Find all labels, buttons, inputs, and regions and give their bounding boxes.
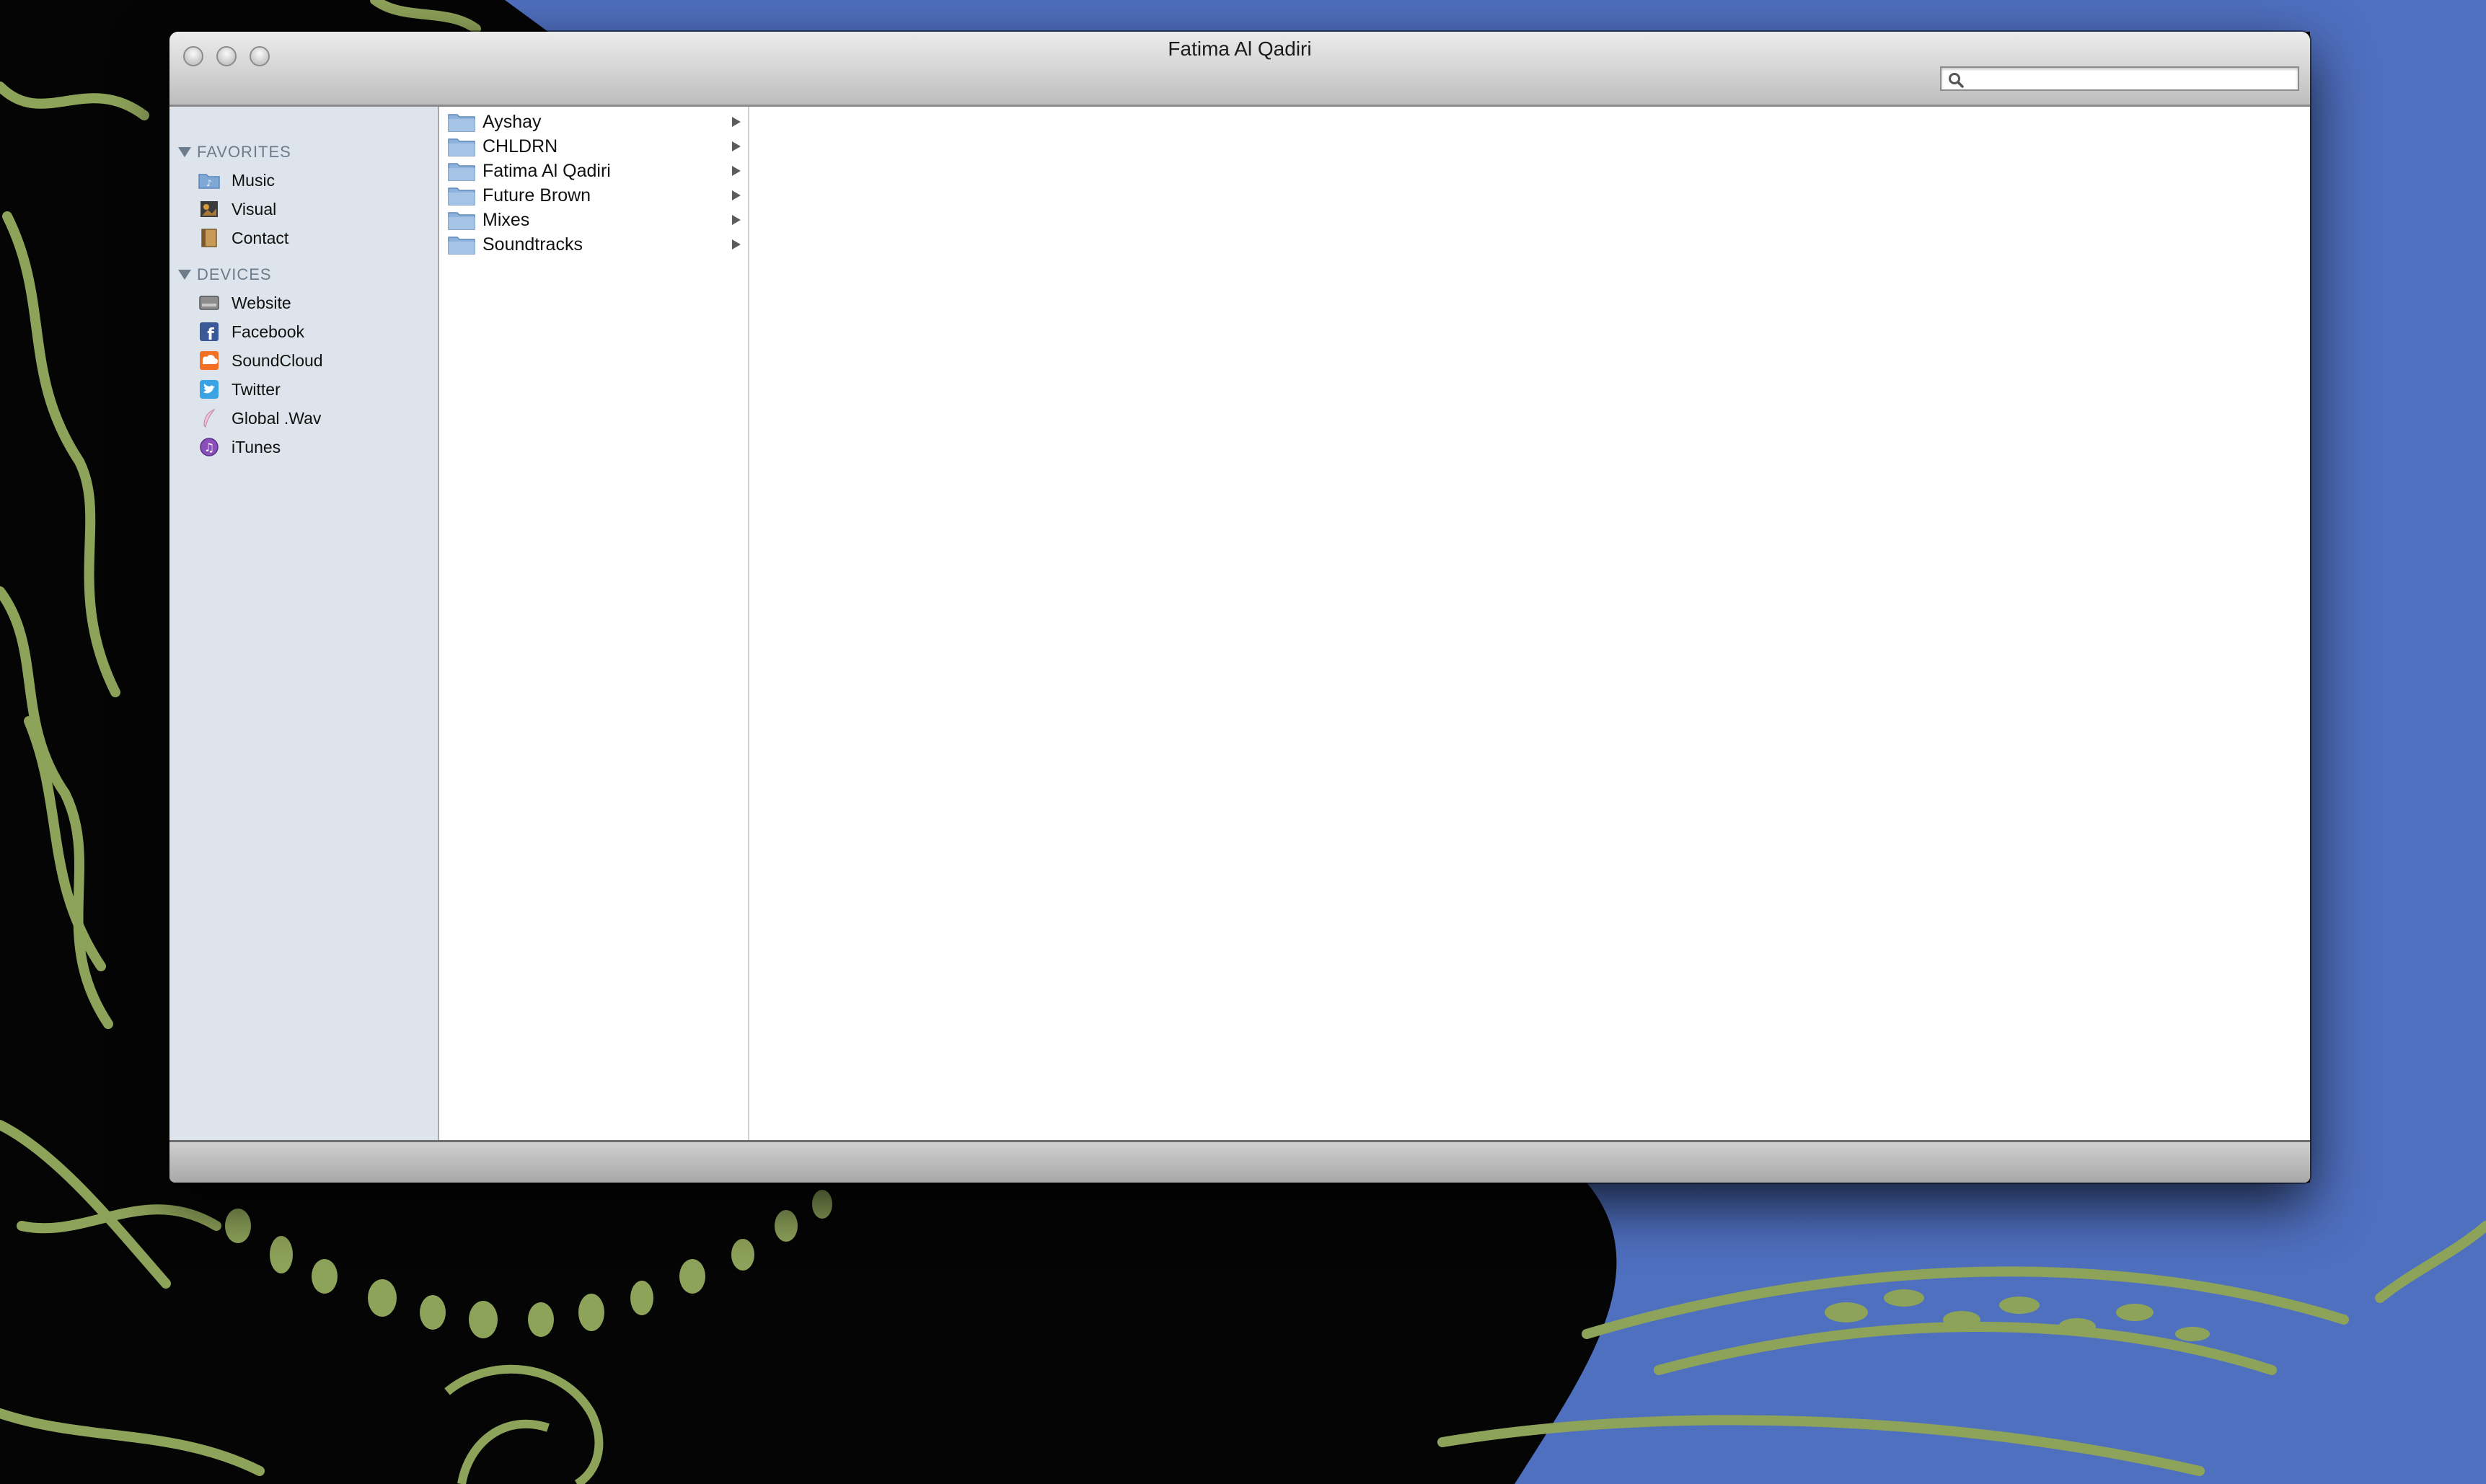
list-item-label: Ayshay — [482, 111, 542, 132]
browser-column-1: Ayshay CHLDRN Fatima Al Qadiri Future Br… — [439, 107, 749, 1174]
hard-drive-icon — [198, 292, 220, 314]
search-icon — [1949, 73, 1964, 88]
feather-icon — [198, 407, 220, 429]
sidebar-item-label: Contact — [232, 228, 289, 247]
sidebar-item-label: iTunes — [232, 437, 281, 456]
list-item-label: Future Brown — [482, 185, 591, 206]
sidebar: FAVORITES ♪ Music Visual Contact DEVICES — [169, 107, 439, 1174]
disclosure-arrow-icon — [732, 190, 741, 200]
sidebar-item-label: Twitter — [232, 379, 281, 399]
disclosure-arrow-icon — [732, 166, 741, 176]
sidebar-item-label: Music — [232, 170, 276, 190]
folder-icon — [448, 237, 475, 255]
disclosure-arrow-icon — [732, 117, 741, 127]
devices-header[interactable]: DEVICES — [178, 265, 272, 284]
favorites-header[interactable]: FAVORITES — [178, 143, 291, 162]
photo-icon — [198, 198, 220, 220]
sidebar-item-label: Facebook — [232, 322, 305, 341]
svg-text:♫: ♫ — [204, 441, 214, 454]
sidebar-item-twitter[interactable]: Twitter — [198, 376, 281, 403]
favorites-header-label: FAVORITES — [197, 143, 291, 161]
list-item[interactable]: Soundtracks — [439, 232, 748, 257]
sidebar-item-global-wav[interactable]: Global .Wav — [198, 405, 321, 432]
sidebar-item-label: Global .Wav — [232, 408, 322, 428]
svg-text:♪: ♪ — [206, 178, 212, 188]
list-item-label: Fatima Al Qadiri — [482, 160, 611, 181]
disclosure-triangle-icon[interactable] — [178, 270, 191, 280]
list-item-label: CHLDRN — [482, 136, 558, 156]
svg-text:f: f — [207, 326, 214, 342]
itunes-icon: ♫ — [198, 436, 220, 458]
folder-icon — [448, 212, 475, 230]
folder-icon — [448, 187, 475, 206]
browser-column-2[interactable] — [749, 107, 2310, 1174]
list-item[interactable]: Fatima Al Qadiri — [439, 159, 748, 183]
disclosure-arrow-icon — [732, 239, 741, 249]
list-item[interactable]: Mixes — [439, 208, 748, 232]
list-item[interactable]: CHLDRN — [439, 134, 748, 159]
devices-header-label: DEVICES — [197, 265, 272, 283]
list-item-label: Mixes — [482, 209, 530, 230]
sidebar-item-soundcloud[interactable]: SoundCloud — [198, 347, 323, 374]
soundcloud-icon — [198, 350, 220, 371]
sidebar-item-music[interactable]: ♪ Music — [198, 167, 275, 194]
title-bar[interactable]: Fatima Al Qadiri — [169, 32, 2310, 107]
list-item[interactable]: Future Brown — [439, 183, 748, 208]
address-book-icon — [198, 227, 220, 249]
list-item-label: Soundtracks — [482, 234, 583, 255]
sidebar-item-label: Website — [232, 293, 291, 312]
finder-window: Fatima Al Qadiri FAVORITES ♪ Music Visua… — [169, 32, 2310, 1183]
window-title: Fatima Al Qadiri — [1168, 37, 1312, 60]
sidebar-item-contact[interactable]: Contact — [198, 224, 288, 252]
disclosure-arrow-icon — [732, 215, 741, 225]
folder-icon — [448, 163, 475, 181]
sidebar-item-visual[interactable]: Visual — [198, 195, 276, 223]
sidebar-item-label: SoundCloud — [232, 350, 323, 370]
sidebar-item-label: Visual — [232, 199, 277, 218]
sidebar-item-facebook[interactable]: f Facebook — [198, 318, 304, 345]
disclosure-arrow-icon — [732, 141, 741, 151]
list-item[interactable]: Ayshay — [439, 110, 748, 134]
search-field[interactable] — [1940, 66, 2299, 91]
twitter-icon — [198, 379, 220, 400]
music-folder-icon: ♪ — [198, 169, 220, 191]
folder-icon — [448, 114, 475, 132]
sidebar-item-website[interactable]: Website — [198, 289, 291, 317]
disclosure-triangle-icon[interactable] — [178, 147, 191, 157]
status-bar — [169, 1140, 2310, 1183]
facebook-icon: f — [198, 321, 220, 343]
sidebar-item-itunes[interactable]: ♫ iTunes — [198, 433, 281, 461]
search-input[interactable] — [1970, 69, 2291, 89]
folder-icon — [448, 138, 475, 156]
